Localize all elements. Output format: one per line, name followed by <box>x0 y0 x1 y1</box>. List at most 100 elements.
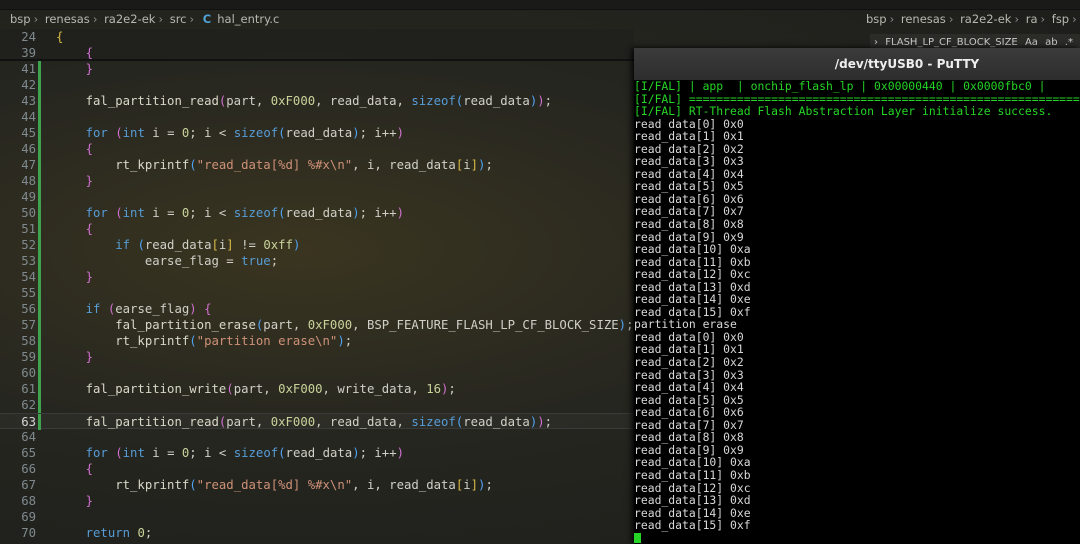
code-token: ; <box>448 382 456 396</box>
code-token: ) <box>618 318 627 332</box>
whole-word-button[interactable]: ab <box>1045 37 1057 48</box>
window-title[interactable]: /dev/ttyUSB0 - PuTTY <box>634 48 1080 80</box>
code-token: rt_kprintf <box>56 158 190 172</box>
code-line[interactable]: 62 <box>0 397 634 413</box>
code-token: { <box>85 222 94 236</box>
code-area[interactable]: 24{39 {41 } 42 43 fal_partition_read(part,… <box>0 29 634 541</box>
code-line[interactable]: 46 { <box>0 141 634 157</box>
code-line[interactable]: 51 { <box>0 221 634 237</box>
crumb-renesas[interactable]: renesas <box>45 12 90 26</box>
code-token: ; i++ <box>359 126 397 140</box>
code-token: { <box>204 302 212 316</box>
code-line[interactable]: 60 <box>0 365 634 381</box>
code-token: ( <box>115 126 123 140</box>
code-token: int <box>122 446 145 460</box>
code-line[interactable]: 49 <box>0 189 634 205</box>
crumb-board[interactable]: ra2e2-ek <box>104 12 155 26</box>
line-number: 47 <box>21 158 36 172</box>
code-line[interactable]: 67 rt_kprintf("read_data[%d] %#x\n", i, … <box>0 477 634 493</box>
code-token: { <box>85 462 94 476</box>
code-line[interactable]: 53 earse_flag = true; <box>0 253 634 269</box>
crumb-fsp[interactable]: fsp <box>1052 12 1069 26</box>
code-line[interactable]: 47 rt_kprintf("read_data[%d] %#x\n", i, … <box>0 157 634 173</box>
code-line[interactable]: 43 fal_partition_read(part, 0xF000, read… <box>0 93 634 109</box>
code-token: != <box>233 238 264 252</box>
crumb-file[interactable]: hal_entry.c <box>217 12 279 26</box>
code-token: read_data <box>144 238 212 252</box>
chevron-right-icon[interactable]: › <box>874 37 878 48</box>
code-line[interactable]: 48 } <box>0 173 634 189</box>
code-token: "read_data[%d] %#x\n" <box>196 478 353 492</box>
code-line[interactable]: 59 } <box>0 349 634 365</box>
code-line[interactable]: 64 <box>0 429 634 445</box>
code-token: ; <box>626 318 634 332</box>
code-line[interactable]: 70 return 0; <box>0 525 634 541</box>
code-line[interactable]: 61 fal_partition_write(part, 0xF000, wri… <box>0 381 634 397</box>
find-input[interactable]: FLASH_LP_CF_BLOCK_SIZE <box>885 37 1018 48</box>
code-line[interactable]: 57 fal_partition_erase(part, 0xF000, BSP… <box>0 317 634 333</box>
code-token: ( <box>189 478 197 492</box>
terminal-line: read_data[6] 0x6 <box>634 406 744 419</box>
line-number: 48 <box>21 174 36 188</box>
code-token: for <box>56 446 116 460</box>
regex-button[interactable]: .* <box>1065 37 1073 48</box>
code-line[interactable]: 63 fal_partition_read(part, 0xF000, read… <box>0 413 634 430</box>
terminal-line: read_data[5] 0x5 <box>634 180 744 193</box>
code-token: ; <box>544 94 553 108</box>
crumb-ra[interactable]: ra <box>1026 12 1038 26</box>
crumb-src[interactable]: src <box>170 12 187 26</box>
code-line[interactable]: 56 if (earse_flag) { <box>0 301 634 317</box>
crumb-bsp[interactable]: bsp <box>866 12 887 26</box>
code-line[interactable]: 58 rt_kprintf("partition erase\n"); <box>0 333 634 349</box>
code-line[interactable]: 45 for (int i = 0; i < sizeof(read_data)… <box>0 125 634 141</box>
git-change-marker <box>38 285 41 301</box>
line-number: 61 <box>21 382 36 396</box>
git-change-marker <box>38 269 41 285</box>
code-line[interactable]: 41 } <box>0 61 634 77</box>
code-token: ; <box>270 254 279 268</box>
match-case-button[interactable]: Aa <box>1025 37 1038 48</box>
code-line[interactable]: 66 { <box>0 461 634 477</box>
code-token: , BSP_FEATURE_FLASH_LP_CF_BLOCK_SIZE <box>352 318 619 332</box>
terminal-line: [I/FAL] ================================… <box>634 92 1080 106</box>
code-token: 16 <box>426 382 441 396</box>
line-number: 24 <box>21 30 36 44</box>
crumb-renesas[interactable]: renesas <box>901 12 946 26</box>
code-line[interactable]: 55 <box>0 285 634 301</box>
code-line[interactable]: 54 } <box>0 269 634 285</box>
line-number: 42 <box>21 78 36 92</box>
code-token: ; i < <box>189 126 234 140</box>
code-line[interactable]: 42 <box>0 77 634 93</box>
code-line[interactable]: 44 <box>0 109 634 125</box>
code-token: ] <box>470 478 479 492</box>
git-change-marker <box>38 349 41 365</box>
line-number: 59 <box>21 350 36 364</box>
code-token: int <box>122 206 145 220</box>
code-line[interactable]: 24 { <box>0 29 634 45</box>
code-token: ( <box>137 238 145 252</box>
line-number: 62 <box>21 398 36 412</box>
code-token: "read_data[%d] %#x\n" <box>196 158 353 172</box>
code-token: if <box>56 302 108 316</box>
code-line[interactable]: 50 for (int i = 0; i < sizeof(read_data)… <box>0 205 634 221</box>
editor-tab-bar[interactable] <box>0 0 1080 10</box>
code-line[interactable]: 69 <box>0 509 634 525</box>
code-token: for <box>56 206 116 220</box>
terminal-line: read_data[10] 0xa <box>634 243 751 256</box>
terminal-output[interactable]: [I/FAL] | app | onchip_flash_lp | 0x0000… <box>634 80 1080 532</box>
code-token: ; <box>344 334 353 348</box>
code-token: } <box>85 350 94 364</box>
code-line[interactable]: 68 } <box>0 493 634 509</box>
code-line[interactable]: 65 for (int i = 0; i < sizeof(read_data)… <box>0 445 634 461</box>
code-token: ) <box>537 415 545 429</box>
code-line[interactable]: 52 if (read_data[i] != 0xff) <box>0 237 634 253</box>
code-token: sizeof <box>233 206 279 220</box>
crumb-board[interactable]: ra2e2-ek <box>960 12 1011 26</box>
code-token: i <box>463 478 471 492</box>
crumb-bsp[interactable]: bsp <box>10 12 31 26</box>
